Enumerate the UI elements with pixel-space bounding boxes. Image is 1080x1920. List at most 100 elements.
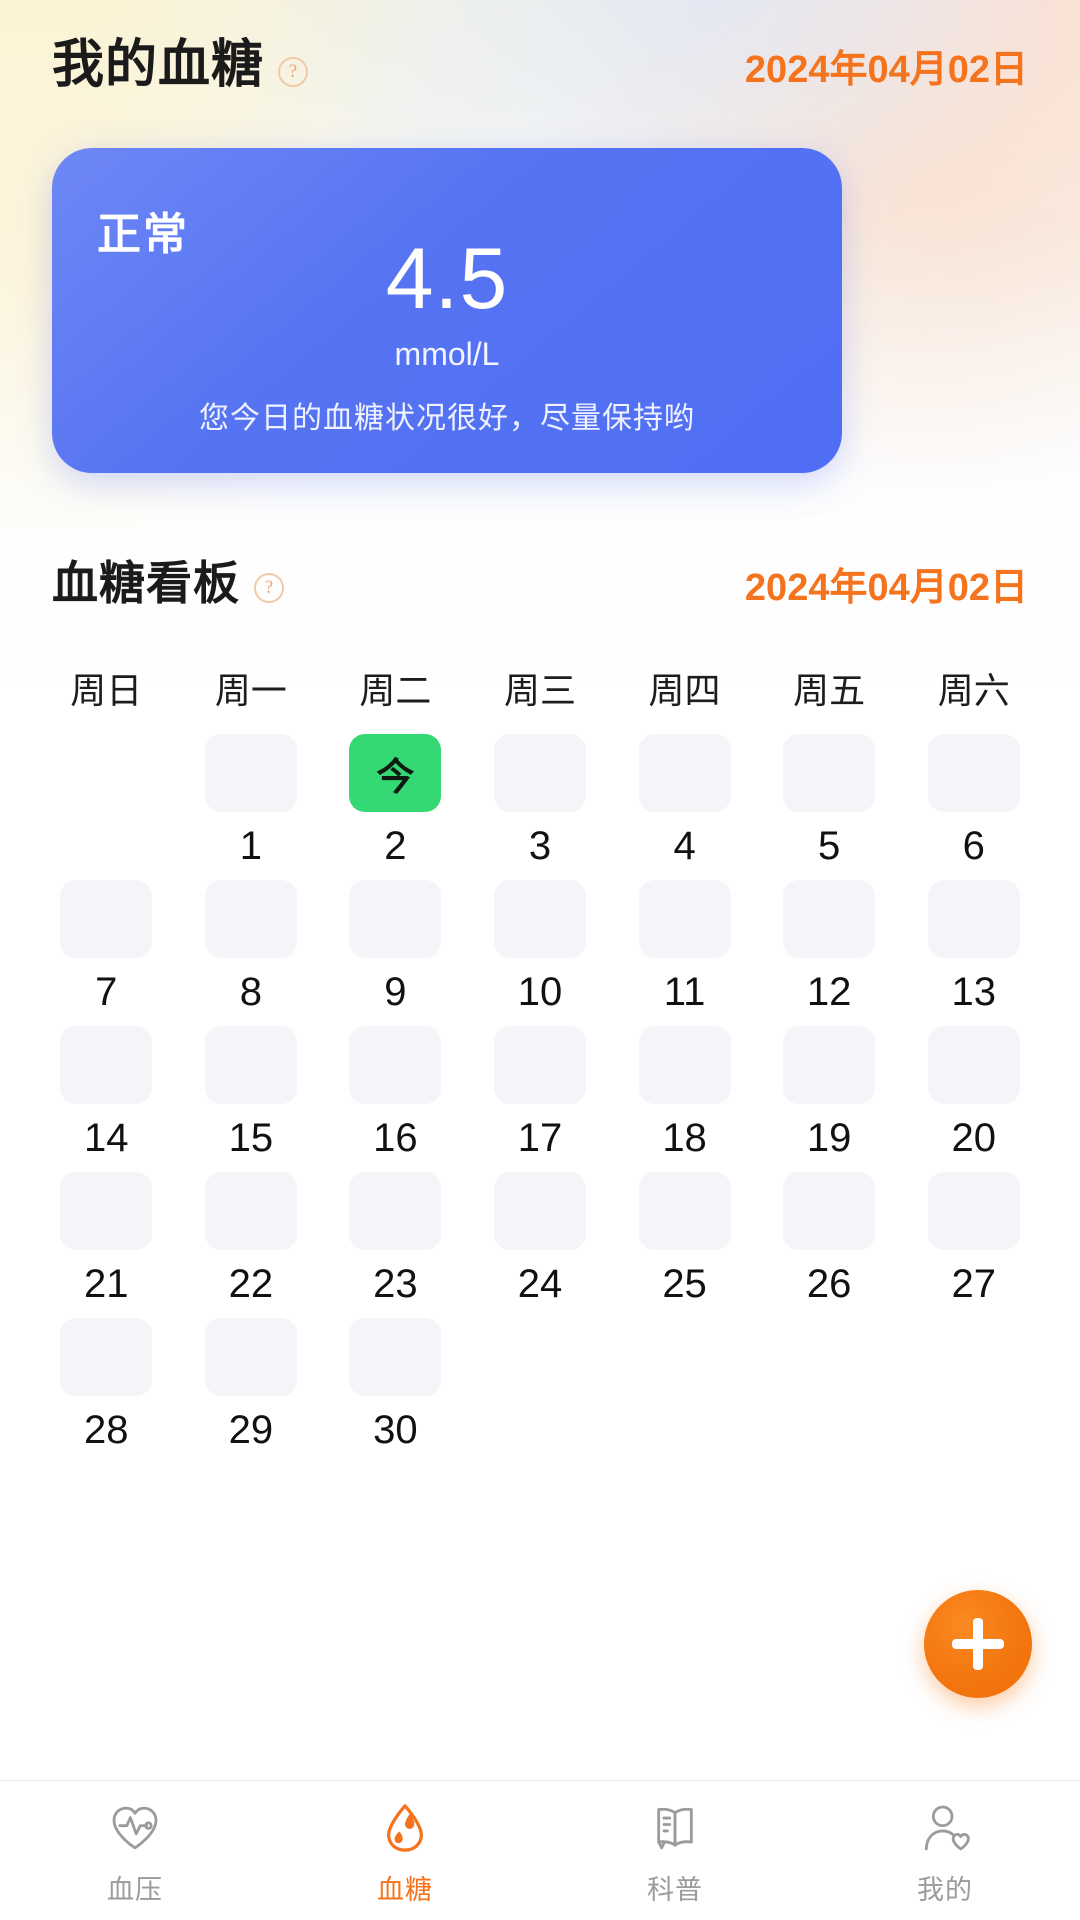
calendar-day-number: 9 bbox=[384, 970, 407, 1014]
calendar-day-number: 15 bbox=[228, 1116, 274, 1160]
calendar-day-box bbox=[60, 1172, 153, 1250]
calendar-day-number: 26 bbox=[806, 1262, 852, 1306]
help-icon[interactable]: ? bbox=[278, 57, 309, 87]
calendar-day-cell[interactable]: 28 bbox=[34, 1318, 179, 1460]
calendar-day-number: 14 bbox=[84, 1116, 129, 1160]
calendar-weekday-2: 周二 bbox=[359, 670, 432, 711]
calendar-day-box bbox=[638, 734, 731, 812]
page-header: 我的血糖 ? 2024年04月02日 bbox=[0, 24, 1080, 106]
calendar-day-cell[interactable]: 10 bbox=[468, 880, 613, 1022]
calendar-day-box bbox=[638, 1172, 731, 1250]
calendar-day-cell[interactable]: 1 bbox=[179, 734, 324, 876]
calendar-day-box bbox=[927, 880, 1020, 958]
calendar-weekday-4: 周四 bbox=[648, 670, 721, 711]
nav-item-label: 血糖 bbox=[377, 1875, 433, 1905]
calendar-day-box bbox=[349, 1172, 442, 1250]
calendar-day-number: 16 bbox=[373, 1116, 418, 1160]
calendar-day-cell[interactable]: 21 bbox=[34, 1172, 179, 1314]
glucose-calendar: 周日 周一 周二 周三 周四 周五 周六 1 今 2 3 4 5 6 7 8 9 10 11 12 13 14 15 16 1… bbox=[34, 648, 1046, 1460]
calendar-blank-cell bbox=[757, 1318, 902, 1460]
board-title: 血糖看板 bbox=[52, 557, 240, 609]
calendar-day-number: 11 bbox=[663, 970, 706, 1014]
calendar-day-cell[interactable]: 19 bbox=[757, 1026, 902, 1168]
calendar-day-cell[interactable]: 29 bbox=[179, 1318, 324, 1460]
heart-pulse-icon bbox=[107, 1800, 163, 1856]
calendar-day-cell[interactable]: 5 bbox=[757, 734, 902, 876]
calendar-day-cell[interactable]: 20 bbox=[901, 1026, 1046, 1168]
calendar-day-cell[interactable]: 15 bbox=[179, 1026, 324, 1168]
add-record-fab[interactable] bbox=[924, 1590, 1032, 1698]
calendar-day-cell[interactable]: 26 bbox=[757, 1172, 902, 1314]
calendar-day-cell[interactable]: 17 bbox=[468, 1026, 613, 1168]
calendar-day-box bbox=[783, 880, 876, 958]
calendar-day-box bbox=[928, 1318, 1020, 1396]
calendar-day-box bbox=[494, 1318, 586, 1396]
calendar-day-cell[interactable]: 16 bbox=[323, 1026, 468, 1168]
calendar-day-number: 13 bbox=[951, 970, 996, 1014]
calendar-day-cell[interactable]: 13 bbox=[901, 880, 1046, 1022]
calendar-day-cell[interactable]: 14 bbox=[34, 1026, 179, 1168]
calendar-day-cell[interactable]: 7 bbox=[34, 880, 179, 1022]
glucose-unit: mmol/L bbox=[394, 336, 500, 372]
calendar-day-number: 29 bbox=[228, 1408, 274, 1452]
board-date[interactable]: 2024年04月02日 bbox=[745, 556, 1028, 611]
blood-glucose-status-card[interactable]: 正常 4.5 mmol/L 您今日的血糖状况很好，尽量保持哟 bbox=[52, 148, 842, 473]
calendar-day-number: 22 bbox=[228, 1262, 274, 1306]
calendar-day-box bbox=[60, 1318, 153, 1396]
book-icon bbox=[647, 1800, 703, 1856]
calendar-day-cell[interactable]: 27 bbox=[901, 1172, 1046, 1314]
calendar-weekday-6: 周六 bbox=[937, 670, 1010, 711]
person-heart-icon bbox=[917, 1800, 973, 1856]
calendar-day-cell[interactable]: 11 bbox=[612, 880, 757, 1022]
calendar-blank-cell bbox=[901, 1318, 1046, 1460]
calendar-day-box bbox=[204, 1026, 297, 1104]
calendar-day-number: 10 bbox=[517, 970, 563, 1014]
calendar-day-cell[interactable]: 4 bbox=[612, 734, 757, 876]
calendar-day-number: 8 bbox=[239, 970, 262, 1014]
calendar-weekday-5: 周五 bbox=[793, 670, 866, 711]
calendar-day-number: 19 bbox=[806, 1116, 852, 1160]
calendar-day-cell[interactable]: 9 bbox=[323, 880, 468, 1022]
calendar-day-box bbox=[493, 734, 586, 812]
calendar-day-box bbox=[638, 880, 731, 958]
calendar-day-number: 4 bbox=[673, 824, 696, 868]
calendar-day-number: 2 bbox=[384, 824, 407, 868]
nav-item-heart-pulse[interactable]: 血压 bbox=[0, 1794, 270, 1907]
calendar-day-box bbox=[349, 880, 442, 958]
calendar-blank-cell bbox=[612, 1318, 757, 1460]
calendar-day-number: 21 bbox=[84, 1262, 129, 1306]
calendar-day-cell[interactable]: 25 bbox=[612, 1172, 757, 1314]
calendar-day-box bbox=[639, 1318, 731, 1396]
calendar-day-cell[interactable]: 22 bbox=[179, 1172, 324, 1314]
nav-item-label: 我的 bbox=[917, 1875, 973, 1905]
calendar-day-cell[interactable]: 6 bbox=[901, 734, 1046, 876]
nav-item-book[interactable]: 科普 bbox=[540, 1794, 810, 1907]
calendar-day-box bbox=[927, 1026, 1020, 1104]
calendar-day-box bbox=[60, 880, 153, 958]
board-help-icon[interactable]: ? bbox=[254, 573, 284, 603]
calendar-day-number: 6 bbox=[962, 824, 985, 868]
calendar-blank-cell bbox=[468, 1318, 613, 1460]
calendar-day-number: 1 bbox=[239, 824, 262, 868]
calendar-day-number: 28 bbox=[84, 1408, 129, 1452]
calendar-day-cell[interactable]: 8 bbox=[179, 880, 324, 1022]
nav-item-blood-drop[interactable]: 血糖 bbox=[270, 1794, 540, 1907]
calendar-weekday-0: 周日 bbox=[70, 670, 143, 711]
calendar-day-number: 23 bbox=[373, 1262, 418, 1306]
calendar-day-cell[interactable]: 今2 bbox=[323, 734, 468, 876]
calendar-day-box bbox=[783, 1026, 876, 1104]
calendar-day-cell[interactable]: 3 bbox=[468, 734, 613, 876]
calendar-day-cell[interactable]: 12 bbox=[757, 880, 902, 1022]
calendar-day-number: 30 bbox=[373, 1408, 418, 1452]
app-screen: 我的血糖 ? 2024年04月02日 正常 4.5 mmol/L 您今日的血糖状… bbox=[0, 0, 1080, 1920]
calendar-day-box bbox=[349, 1026, 442, 1104]
header-date[interactable]: 2024年04月02日 bbox=[745, 38, 1028, 93]
calendar-day-cell[interactable]: 18 bbox=[612, 1026, 757, 1168]
nav-item-person-heart[interactable]: 我的 bbox=[810, 1794, 1080, 1907]
calendar-day-cell[interactable]: 23 bbox=[323, 1172, 468, 1314]
nav-item-label: 科普 bbox=[647, 1875, 703, 1905]
calendar-day-cell[interactable]: 24 bbox=[468, 1172, 613, 1314]
calendar-day-box bbox=[60, 1026, 153, 1104]
calendar-day-cell[interactable]: 30 bbox=[323, 1318, 468, 1460]
calendar-day-box bbox=[493, 1172, 586, 1250]
